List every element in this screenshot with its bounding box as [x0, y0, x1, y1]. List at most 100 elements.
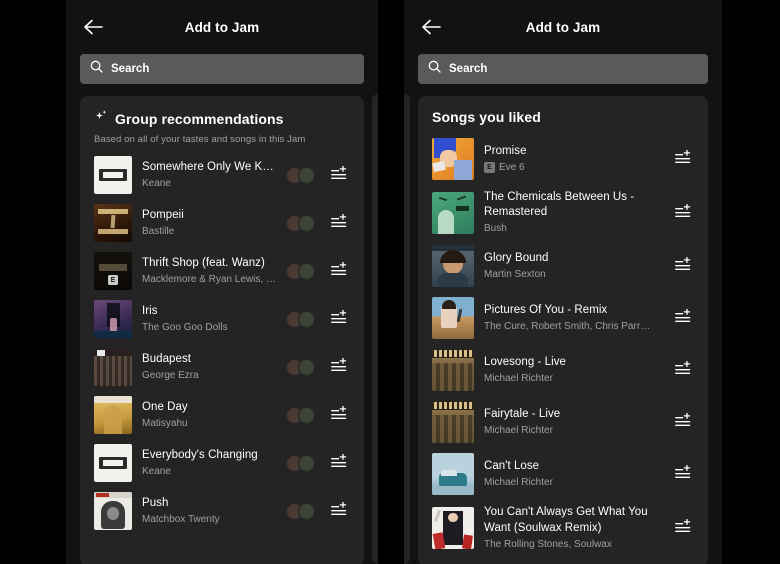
add-to-queue-icon[interactable]	[328, 260, 350, 282]
add-to-queue-icon[interactable]	[328, 404, 350, 426]
avatar-group	[286, 454, 318, 472]
album-art	[94, 492, 132, 530]
list-item[interactable]: Glory Bound Martin Sexton	[430, 240, 696, 292]
add-to-queue-icon[interactable]	[328, 164, 350, 186]
list-item[interactable]: Pictures Of You - Remix The Cure, Robert…	[430, 292, 696, 344]
carousel-peek-right	[372, 94, 378, 564]
add-to-queue-icon[interactable]	[672, 307, 694, 329]
add-to-queue-icon[interactable]	[672, 148, 694, 170]
avatar-group	[286, 502, 318, 520]
add-to-queue-icon[interactable]	[672, 463, 694, 485]
avatar-group	[286, 358, 318, 376]
list-item[interactable]: Lovesong - Live Michael Richter	[430, 344, 696, 396]
song-title: Promise	[484, 144, 527, 157]
list-item[interactable]: Push Matchbox Twenty	[92, 487, 352, 535]
page-title: Add to Jam	[525, 19, 601, 35]
avatar	[298, 358, 315, 376]
list-item[interactable]: Can't Lose Michael Richter	[430, 448, 696, 500]
recommendation-song-list: Somewhere Only We Kn… Keane Pompeii Bast…	[80, 145, 364, 535]
list-item[interactable]: Everybody's Changing Keane	[92, 439, 352, 487]
list-item[interactable]: The Chemicals Between Us - Remastered Bu…	[430, 185, 696, 240]
list-item[interactable]: One Day Matisyahu	[92, 391, 352, 439]
add-to-queue-icon[interactable]	[328, 452, 350, 474]
song-artist: Michael Richter	[484, 425, 553, 437]
album-art	[432, 297, 474, 340]
song-artist: Bastille	[142, 226, 175, 238]
song-title: Fairytale - Live	[484, 408, 561, 421]
list-item[interactable]: Somewhere Only We Kn… Keane	[92, 151, 352, 199]
back-arrow-icon[interactable]	[418, 14, 444, 40]
add-to-queue-icon[interactable]	[328, 308, 350, 330]
add-to-queue-icon[interactable]	[328, 500, 350, 522]
song-artist: Matisyahu	[142, 418, 188, 430]
liked-song-list: Promise E Eve 6 The Chemicals Between Us…	[418, 127, 708, 556]
add-to-queue-icon[interactable]	[672, 359, 694, 381]
song-title: Somewhere Only We Kn…	[142, 160, 276, 173]
avatar	[298, 454, 315, 472]
add-to-queue-icon[interactable]	[672, 517, 694, 539]
add-to-queue-icon[interactable]	[328, 212, 350, 234]
song-title: Can't Lose	[484, 460, 540, 473]
card-title: Songs you liked	[432, 109, 541, 125]
album-art	[94, 444, 132, 482]
song-artist: George Ezra	[142, 370, 199, 382]
add-to-queue-icon[interactable]	[328, 356, 350, 378]
left-phone-panel: Add to Jam Search Group recommendations …	[66, 0, 378, 564]
avatar	[298, 166, 315, 184]
list-item[interactable]: Pompeii Bastille	[92, 199, 352, 247]
song-title: One Day	[142, 400, 188, 413]
list-item[interactable]: Budapest George Ezra	[92, 343, 352, 391]
album-art	[432, 507, 474, 550]
search-input[interactable]: Search	[80, 54, 364, 84]
album-art	[432, 191, 474, 234]
album-art	[94, 156, 132, 194]
add-to-queue-icon[interactable]	[672, 202, 694, 224]
list-item[interactable]: Fairytale - Live Michael Richter	[430, 396, 696, 448]
song-artist: Martin Sexton	[484, 269, 546, 281]
song-title: Lovesong - Live	[484, 356, 566, 369]
left-search-wrap: Search	[66, 54, 378, 84]
card-title: Group recommendations	[115, 111, 284, 127]
song-artist: Bush	[484, 223, 507, 235]
song-artist: The Goo Goo Dolls	[142, 322, 228, 334]
songs-you-liked-card: Songs you liked Promise E Eve 6 The Chem…	[418, 96, 708, 564]
list-item[interactable]: Iris The Goo Goo Dolls	[92, 295, 352, 343]
page-title: Add to Jam	[184, 19, 260, 35]
song-artist: The Cure, Robert Smith, Chris Parr…	[484, 321, 651, 333]
avatar-group	[286, 262, 318, 280]
avatar	[298, 310, 315, 328]
sparkle-icon	[94, 109, 109, 129]
card-subtitle: Based on all of your tastes and songs in…	[94, 134, 306, 145]
song-title: Budapest	[142, 352, 191, 365]
avatar-group	[286, 406, 318, 424]
album-art	[94, 348, 132, 386]
song-title: Pompeii	[142, 208, 184, 221]
right-header: Add to Jam	[404, 0, 722, 54]
avatar	[298, 502, 315, 520]
back-arrow-icon[interactable]	[80, 14, 106, 40]
song-title: Push	[142, 496, 169, 509]
avatar-group	[286, 214, 318, 232]
song-artist: Keane	[142, 466, 171, 478]
song-title: Iris	[142, 304, 158, 317]
search-input[interactable]: Search	[418, 54, 708, 84]
screenshot-root: Add to Jam Search Group recommendations …	[0, 0, 780, 564]
list-item[interactable]: E Thrift Shop (feat. Wanz) Macklemore & …	[92, 247, 352, 295]
list-item[interactable]: Promise E Eve 6	[430, 133, 696, 185]
avatar	[298, 406, 315, 424]
list-item[interactable]: You Can't Always Get What You Want (Soul…	[430, 500, 696, 555]
add-to-queue-icon[interactable]	[672, 411, 694, 433]
song-title: The Chemicals Between Us - Remastered	[484, 191, 635, 219]
song-artist: Michael Richter	[484, 373, 553, 385]
song-artist: Michael Richter	[484, 477, 553, 489]
search-placeholder: Search	[111, 63, 150, 75]
album-art	[432, 245, 474, 288]
group-recommendations-card: Group recommendations Based on all of yo…	[80, 96, 364, 564]
add-to-queue-icon[interactable]	[672, 255, 694, 277]
album-art	[432, 401, 474, 444]
album-art	[94, 204, 132, 242]
song-artist: Macklemore & Ryan Lewis, M…	[142, 274, 276, 286]
search-icon	[428, 60, 441, 78]
album-art	[432, 138, 474, 180]
search-icon	[90, 60, 103, 78]
